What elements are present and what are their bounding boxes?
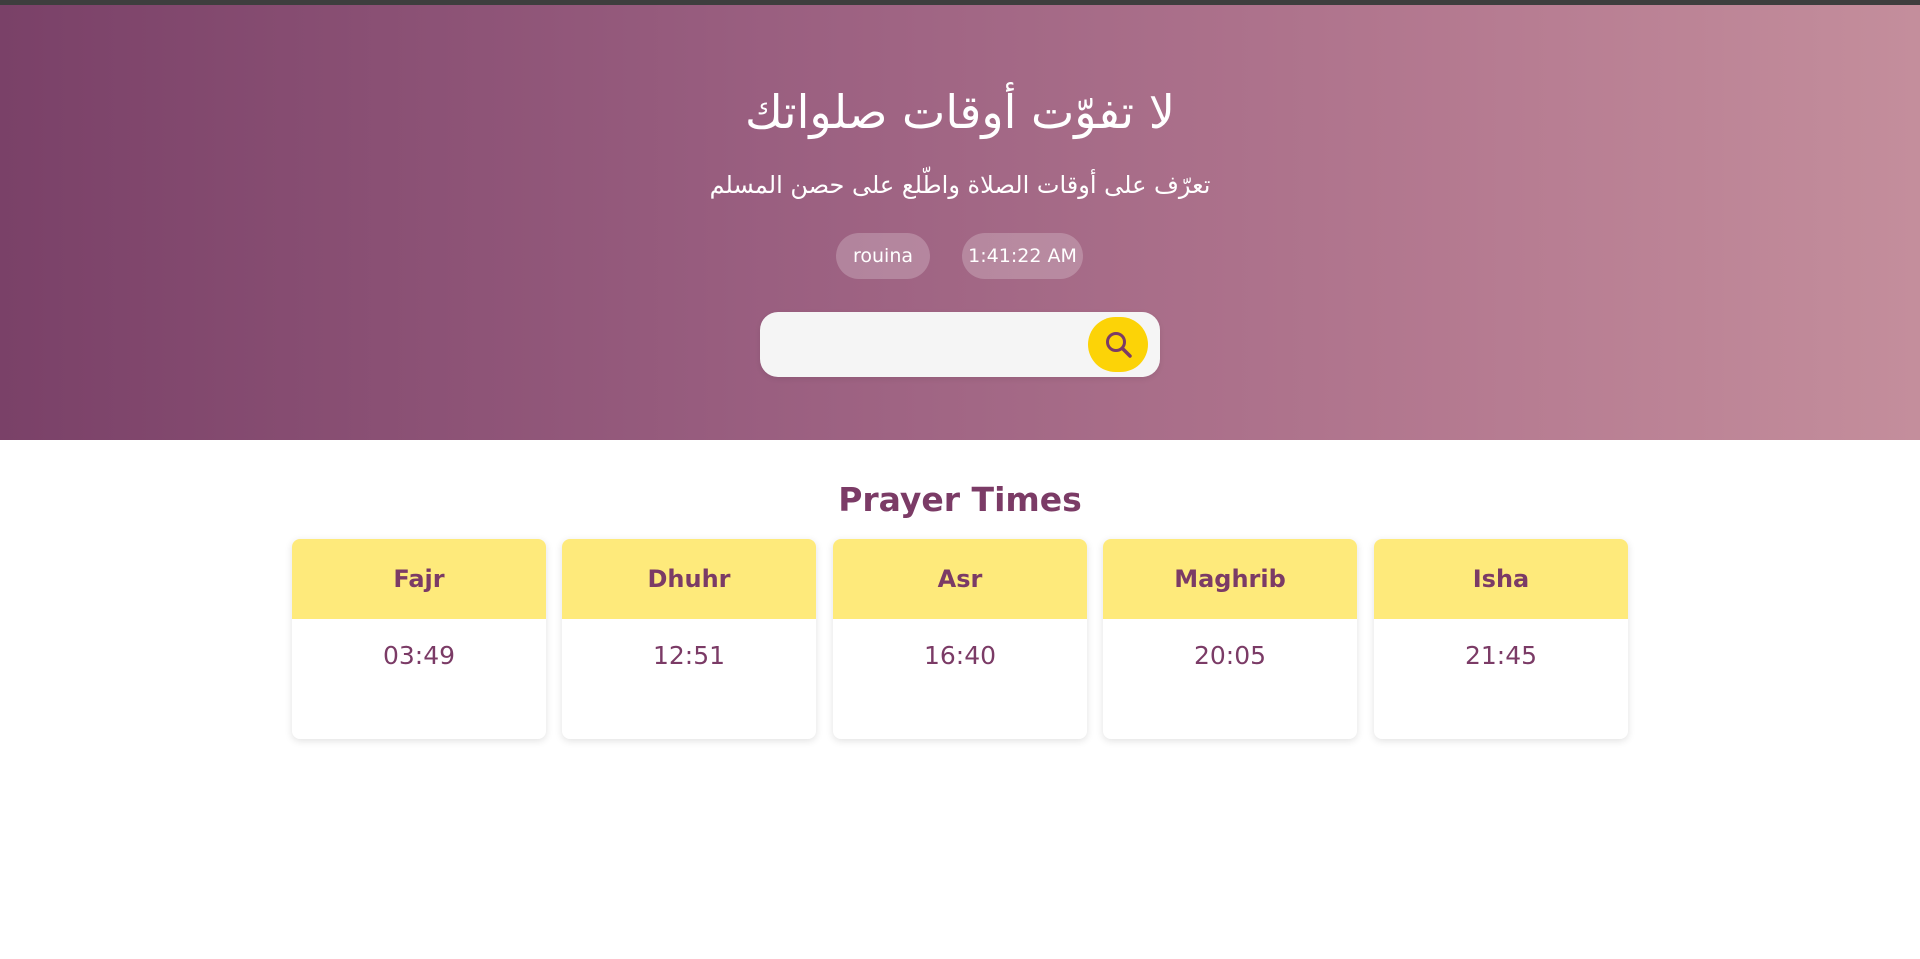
prayer-time: 03:49 (382, 641, 456, 670)
prayer-cards: Fajr 03:49 Dhuhr 12:51 Asr 16:40 Maghrib… (292, 539, 1628, 739)
prayer-card-isha: Isha 21:45 (1374, 539, 1628, 739)
prayer-card-dhuhr: Dhuhr 12:51 (562, 539, 816, 739)
search-icon (1106, 332, 1132, 358)
hero-banner: لا تفوّت أوقات صلواتك تعرّف على أوقات ال… (0, 5, 1920, 440)
clock-chip: 1:41:22 AM (962, 233, 1083, 279)
prayer-name: Fajr (292, 539, 546, 619)
prayer-name: Isha (1374, 539, 1628, 619)
prayer-name: Asr (833, 539, 1087, 619)
search-bar (760, 312, 1160, 377)
prayer-card-maghrib: Maghrib 20:05 (1103, 539, 1357, 739)
prayer-card-fajr: Fajr 03:49 (292, 539, 546, 739)
prayer-name: Dhuhr (562, 539, 816, 619)
hero-title: لا تفوّت أوقات صلواتك (745, 85, 1175, 139)
prayer-card-asr: Asr 16:40 (833, 539, 1087, 739)
search-button[interactable] (1088, 317, 1148, 372)
search-input[interactable] (778, 322, 1082, 368)
location-chip: rouina (836, 233, 930, 279)
prayer-time: 12:51 (652, 641, 726, 670)
prayer-times-title: Prayer Times (838, 480, 1082, 519)
page-scrollbar[interactable] (1910, 5, 1920, 959)
prayer-time: 21:45 (1464, 641, 1538, 670)
prayer-time: 20:05 (1193, 641, 1267, 670)
prayer-name: Maghrib (1103, 539, 1357, 619)
hero-subtitle: تعرّف على أوقات الصلاة واطّلع على حصن ال… (709, 171, 1211, 199)
prayer-time: 16:40 (923, 641, 997, 670)
